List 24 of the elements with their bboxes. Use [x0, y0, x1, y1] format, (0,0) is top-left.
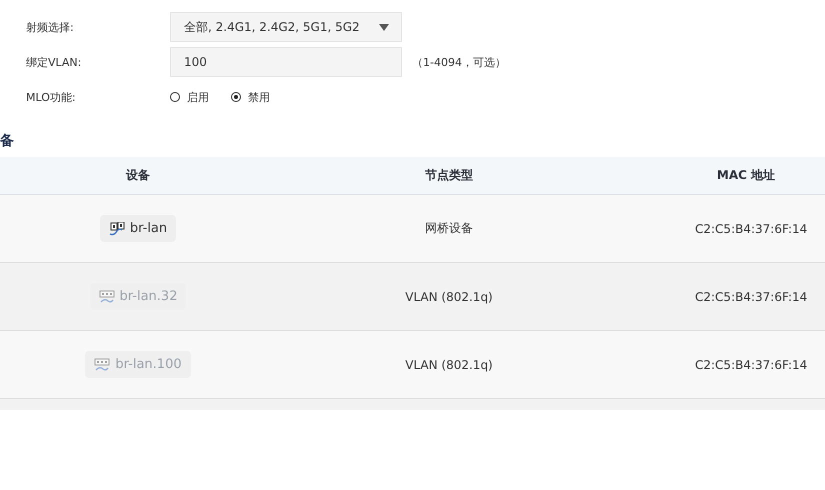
radio-option[interactable]: 禁用: [231, 90, 270, 104]
band-select[interactable]: 全部, 2.4G1, 2.4G2, 5G1, 5G2: [170, 12, 402, 42]
field-label: 射频选择:: [26, 20, 75, 34]
column-header: 设备: [126, 167, 150, 184]
field-label: 绑定VLAN:: [26, 54, 82, 70]
table-cell: VLAN (802.1q): [405, 290, 493, 304]
port-icon: [94, 358, 110, 372]
column-header: 节点类型: [425, 167, 473, 184]
table-cell: C2:C5:B4:37:6F:14: [695, 358, 808, 372]
radio-option[interactable]: 启用: [170, 90, 209, 104]
table-cell: VLAN (802.1q): [405, 358, 493, 372]
device-tag: br-lan.100: [85, 351, 191, 378]
bridge-icon: [108, 222, 125, 236]
section-title: 备: [0, 132, 15, 151]
field-hint: （1-4094，可选）: [412, 54, 506, 70]
vlan-input[interactable]: 100: [170, 47, 402, 77]
device-tag: br-lan: [100, 215, 176, 242]
field-label: MLO功能:: [26, 90, 77, 104]
column-header: MAC 地址: [716, 167, 776, 184]
table-cell: 网桥设备: [425, 220, 473, 237]
port-icon: [98, 290, 115, 304]
table-cell: C2:C5:B4:37:6F:14: [695, 290, 808, 304]
caret-icon: [379, 24, 389, 30]
table-cell: C2:C5:B4:37:6F:14: [695, 222, 808, 236]
